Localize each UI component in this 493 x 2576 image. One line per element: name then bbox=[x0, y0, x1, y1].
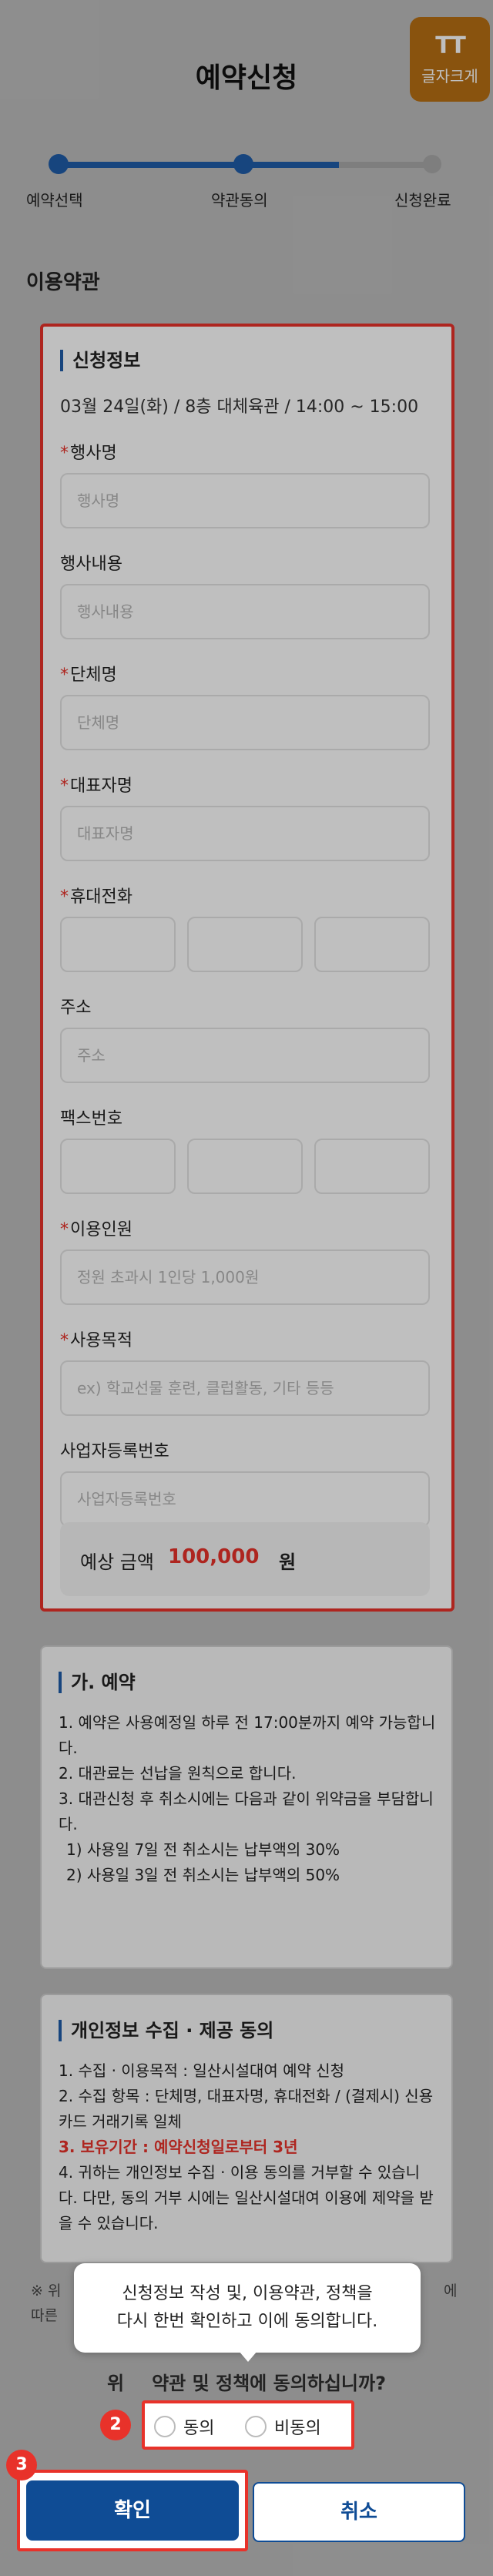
label-group-name: *단체명 bbox=[60, 666, 117, 685]
section-label: 이용약관 bbox=[26, 271, 100, 294]
label-address: 주소 bbox=[60, 998, 92, 1018]
privacy-line: 1. 수집 · 이용목적 : 일산시설대여 예약 신청 bbox=[59, 2061, 345, 2080]
event-content-input[interactable] bbox=[60, 584, 430, 639]
disagree-option[interactable]: 비동의 bbox=[245, 2414, 321, 2439]
group-name-input[interactable] bbox=[60, 695, 430, 750]
tooltip-line-2: 다시 한번 확인하고 이에 동의합니다. bbox=[116, 2312, 378, 2331]
fax-part-2-input[interactable] bbox=[187, 1139, 303, 1194]
reservation-summary: 03월 24일(화) / 8층 대체육관 / 14:00 ~ 15:00 bbox=[60, 397, 419, 417]
required-mark: * bbox=[60, 666, 69, 685]
terms-line: 2. 대관료는 선납을 원칙으로 합니다. bbox=[59, 1764, 297, 1783]
step-label-3: 신청완료 bbox=[394, 191, 451, 210]
step-dot-1 bbox=[49, 154, 69, 174]
fee-label: 예상 금액 bbox=[80, 1551, 154, 1573]
fax-part-1-input[interactable] bbox=[60, 1139, 176, 1194]
label-purpose: *사용목적 bbox=[60, 1331, 132, 1350]
terms-title: 가. 예약 bbox=[59, 1672, 136, 1693]
estimated-fee: 예상 금액 100,000 원 bbox=[60, 1522, 430, 1596]
disagree-label: 비동의 bbox=[274, 2419, 321, 2438]
label-event-content: 행사내용 bbox=[60, 555, 122, 574]
business-number-input[interactable] bbox=[60, 1471, 430, 1527]
confirm-button[interactable]: 확인 bbox=[26, 2480, 239, 2541]
terms-line: 3. 대관신청 후 취소시에는 다음과 같이 위약금을 부담합니다. bbox=[59, 1789, 434, 1833]
consent-tooltip: 신청정보 작성 및, 이용약관, 정책을 다시 한번 확인하고 이에 동의합니다… bbox=[74, 2263, 421, 2362]
agree-radio[interactable] bbox=[154, 2416, 176, 2437]
step-line-pending bbox=[339, 162, 431, 168]
fee-amount: 100,000 bbox=[168, 1545, 260, 1568]
required-mark: * bbox=[60, 444, 69, 463]
cancel-button[interactable]: 취소 bbox=[253, 2482, 465, 2542]
header: 예약신청 TT 글자크게 bbox=[0, 0, 493, 146]
step-badge-2: 2 bbox=[100, 2410, 131, 2440]
form-title: 신청정보 bbox=[60, 350, 140, 371]
privacy-text: 1. 수집 · 이용목적 : 일산시설대여 예약 신청 2. 수집 항목 : 단… bbox=[59, 2058, 436, 2236]
application-form: 신청정보 03월 24일(화) / 8층 대체육관 / 14:00 ~ 15:0… bbox=[40, 324, 454, 1612]
label-mobile: *휴대전화 bbox=[60, 887, 132, 907]
terms-line: 1. 예약은 사용예정일 하루 전 17:00분까지 예약 가능합니다. bbox=[59, 1713, 436, 1757]
purpose-input[interactable] bbox=[60, 1360, 430, 1416]
disagree-radio[interactable] bbox=[245, 2416, 267, 2437]
label-business-number: 사업자등록번호 bbox=[60, 1442, 169, 1461]
required-mark: * bbox=[60, 1331, 69, 1350]
step-dot-2 bbox=[233, 154, 253, 174]
representative-input[interactable] bbox=[60, 806, 430, 861]
step-line-done bbox=[59, 162, 243, 168]
required-mark: * bbox=[60, 1220, 69, 1239]
label-representative: *대표자명 bbox=[60, 776, 132, 796]
agree-option[interactable]: 동의 bbox=[154, 2414, 214, 2439]
fee-unit: 원 bbox=[279, 1551, 297, 1573]
label-fax: 팩스번호 bbox=[60, 1109, 122, 1129]
terms-line: 2) 사용일 3일 전 취소시는 납부액의 50% bbox=[66, 1866, 340, 1884]
mobile-part-1-input[interactable] bbox=[60, 917, 176, 972]
reservation-terms[interactable]: 가. 예약 1. 예약은 사용예정일 하루 전 17:00분까지 예약 가능합니… bbox=[40, 1645, 453, 1969]
progress-stepper: 예약선택 약관동의 신청완료 bbox=[0, 146, 493, 223]
notice-right: 에 bbox=[444, 2283, 458, 2299]
mobile-part-3-input[interactable] bbox=[314, 917, 430, 972]
tooltip-line-1: 신청정보 작성 및, 이용약관, 정책을 bbox=[122, 2284, 373, 2303]
confirm-highlight: 확인 bbox=[17, 2470, 248, 2551]
terms-line: 1) 사용일 7일 전 취소시는 납부액의 30% bbox=[66, 1840, 340, 1859]
fax-part-3-input[interactable] bbox=[314, 1139, 430, 1194]
address-input[interactable] bbox=[60, 1028, 430, 1083]
notice-left: ※ 위 bbox=[31, 2283, 62, 2299]
mobile-part-2-input[interactable] bbox=[187, 917, 303, 972]
attendees-input[interactable] bbox=[60, 1249, 430, 1305]
label-event-name: *행사명 bbox=[60, 444, 117, 463]
font-size-label: 글자크게 bbox=[421, 67, 478, 86]
step-label-2: 약관동의 bbox=[211, 191, 268, 210]
notice-left-2: 따른 bbox=[31, 2307, 58, 2324]
required-mark: * bbox=[60, 776, 69, 796]
tooltip-arrow bbox=[239, 2351, 257, 2362]
consent-question: 위 약관 및 정책에 동의하십니까? bbox=[106, 2373, 387, 2394]
retention-period: 3. 보유기간 : 예약신청일로부터 3년 bbox=[59, 2138, 298, 2156]
agree-label: 동의 bbox=[183, 2419, 215, 2438]
font-size-button[interactable]: TT 글자크게 bbox=[410, 17, 490, 102]
text-size-icon: TT bbox=[435, 32, 466, 59]
privacy-terms[interactable]: 개인정보 수집 · 제공 동의 1. 수집 · 이용목적 : 일산시설대여 예약… bbox=[40, 1994, 453, 2263]
required-mark: * bbox=[60, 887, 69, 907]
privacy-line: 4. 귀하는 개인정보 수집 · 이용 동의를 거부할 수 있습니다. 다만, … bbox=[59, 2163, 434, 2232]
label-attendees: *이용인원 bbox=[60, 1220, 132, 1239]
privacy-title: 개인정보 수집 · 제공 동의 bbox=[59, 2020, 273, 2041]
event-name-input[interactable] bbox=[60, 473, 430, 528]
terms-text: 1. 예약은 사용예정일 하루 전 17:00분까지 예약 가능합니다. 2. … bbox=[59, 1710, 436, 1888]
privacy-line: 2. 수집 항목 : 단체명, 대표자명, 휴대전화 / (결제시) 신용카드 … bbox=[59, 2087, 434, 2131]
step-badge-3: 3 bbox=[6, 2450, 37, 2480]
step-dot-3 bbox=[423, 155, 441, 173]
step-label-1: 예약선택 bbox=[26, 191, 83, 210]
consent-options: 동의 비동의 bbox=[142, 2400, 354, 2450]
